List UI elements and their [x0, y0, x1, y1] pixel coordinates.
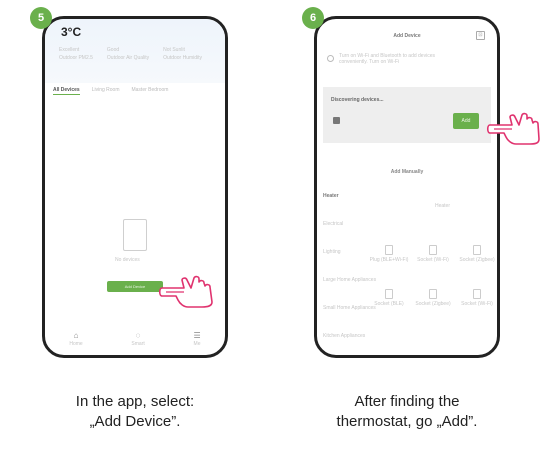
socket-icon: [429, 289, 437, 299]
add-manually-heading: Add Manually: [390, 169, 424, 175]
device-tile[interactable]: Socket (Wi-Fi): [417, 245, 449, 263]
discovery-label: Discovering devices...: [331, 97, 384, 103]
bluetooth-notice: Turn on Wi-Fi and Bluetooth to add devic…: [327, 53, 487, 81]
socket-icon: [473, 289, 481, 299]
nav-label: Me: [193, 341, 201, 347]
weather-stats: Excellent Outdoor PM2.5 Good Outdoor Air…: [59, 47, 202, 61]
nav-label: Smart: [131, 341, 145, 347]
empty-device-icon: [123, 219, 147, 251]
empty-state-text: No devices: [115, 257, 140, 263]
weather-header: 3°C Excellent Outdoor PM2.5 Good Outdoor…: [45, 19, 225, 83]
step-caption: After finding the thermostat, go „Add”.: [307, 392, 507, 432]
weather-stat-sub: Outdoor PM2.5: [59, 55, 93, 61]
nav-label: Home: [69, 341, 83, 347]
device-tile[interactable]: Socket (BLE): [374, 289, 404, 307]
sidebar-item[interactable]: Electrical: [323, 221, 376, 227]
weather-stat: Excellent Outdoor PM2.5: [59, 47, 93, 61]
discovery-panel: Discovering devices... Add: [323, 87, 491, 143]
nav-item-smart[interactable]: ◌ Smart: [131, 331, 145, 348]
device-tile[interactable]: Socket (Zigbee): [415, 289, 451, 307]
caption-line: thermostat, go „Add”.: [336, 413, 478, 430]
sidebar-item[interactable]: Lighting: [323, 249, 376, 255]
room-tabs: All Devices Living Room Master Bedroom: [53, 87, 168, 95]
tab-living-room[interactable]: Living Room: [92, 87, 120, 95]
plug-icon: [385, 245, 393, 255]
socket-icon: [473, 245, 481, 255]
device-tile[interactable]: Socket (Zigbee): [459, 245, 495, 263]
bottom-nav: ⌂ Home ◌ Smart ☰ Me: [45, 331, 225, 348]
weather-stat-label: Excellent: [59, 47, 80, 53]
weather-stat-label: Good: [106, 47, 120, 53]
device-label: Plug (BLE+Wi-Fi): [369, 257, 409, 263]
device-label: Socket (Zigbee): [415, 301, 451, 307]
add-button[interactable]: Add: [453, 113, 479, 129]
sidebar-item[interactable]: Large Home Appliances: [323, 277, 376, 283]
nav-item-me[interactable]: ☰ Me: [193, 331, 201, 348]
column-heading: Heater: [435, 203, 451, 209]
nav-item-home[interactable]: ⌂ Home: [69, 331, 83, 348]
device-label: Socket (Zigbee): [459, 257, 495, 263]
add-device-button[interactable]: Add Device: [107, 281, 163, 292]
weather-stat-sub: Outdoor Humidity: [163, 55, 203, 61]
device-tile[interactable]: Socket (Wi-Fi): [461, 289, 493, 307]
caption-line: „Add Device”.: [89, 413, 181, 430]
device-label: Socket (Wi-Fi): [461, 301, 493, 307]
weather-stat-sub: Outdoor Air Quality: [106, 55, 150, 61]
scan-icon[interactable]: ⊡: [476, 31, 485, 40]
device-label: Socket (Wi-Fi): [417, 257, 449, 263]
page-title: Add Device: [393, 33, 421, 39]
device-category-grid: Heater Electrical Lighting Large Home Ap…: [317, 193, 497, 355]
thermostat-device-icon: [333, 117, 340, 124]
tab-master-bedroom[interactable]: Master Bedroom: [131, 87, 168, 95]
tab-all-devices[interactable]: All Devices: [53, 87, 80, 95]
step-badge: 5: [30, 7, 52, 29]
sidebar-item[interactable]: Small Home Appliances: [323, 305, 376, 311]
weather-stat: Not Sunlit Outdoor Humidity: [163, 47, 202, 61]
notice-link[interactable]: conveniently. Turn on Wi-Fi: [339, 59, 435, 65]
hand-pointer-icon: [486, 112, 540, 145]
caption-line: After finding the: [354, 393, 460, 410]
socket-icon: [429, 245, 437, 255]
temperature-readout: 3°C: [61, 25, 82, 39]
sidebar-item-heater[interactable]: Heater: [323, 193, 376, 199]
home-icon: ⌂: [73, 331, 79, 340]
hand-pointer-icon: [158, 275, 213, 308]
caption-line: In the app, select:: [75, 393, 195, 410]
device-label: Socket (BLE): [374, 301, 404, 307]
category-sidebar: Heater Electrical Lighting Large Home Ap…: [323, 193, 376, 339]
smart-icon: ◌: [135, 331, 141, 340]
sidebar-item[interactable]: Kitchen Appliances: [323, 333, 376, 339]
socket-icon: [385, 289, 393, 299]
device-tile[interactable]: Plug (BLE+Wi-Fi): [370, 245, 408, 263]
step-caption: In the app, select: „Add Device”.: [35, 392, 235, 432]
profile-icon: ☰: [193, 331, 201, 340]
weather-stat-label: Not Sunlit: [163, 47, 185, 53]
info-icon: [327, 55, 334, 62]
weather-stat: Good Outdoor Air Quality: [107, 47, 149, 61]
step-badge: 6: [302, 7, 324, 29]
phone-screen-step-6: Add Device ⊡ Turn on Wi-Fi and Bluetooth…: [314, 16, 500, 358]
